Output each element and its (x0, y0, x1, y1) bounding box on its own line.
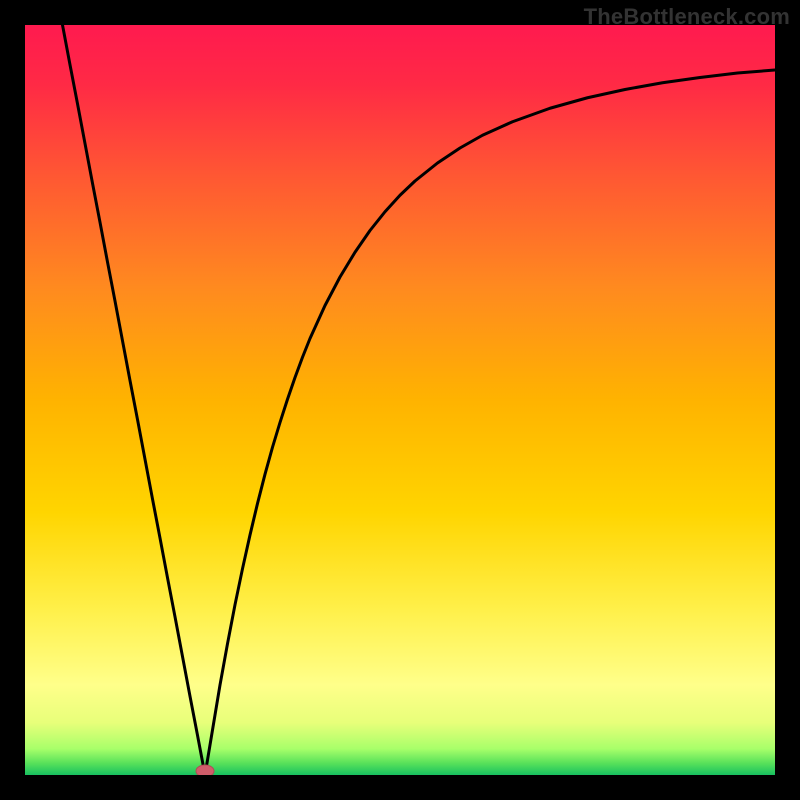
plot-area (25, 25, 775, 775)
minimum-point-marker (196, 765, 214, 775)
chart-frame: TheBottleneck.com (0, 0, 800, 800)
bottleneck-chart-svg (25, 25, 775, 775)
gradient-background (25, 25, 775, 775)
watermark-text: TheBottleneck.com (584, 4, 790, 30)
